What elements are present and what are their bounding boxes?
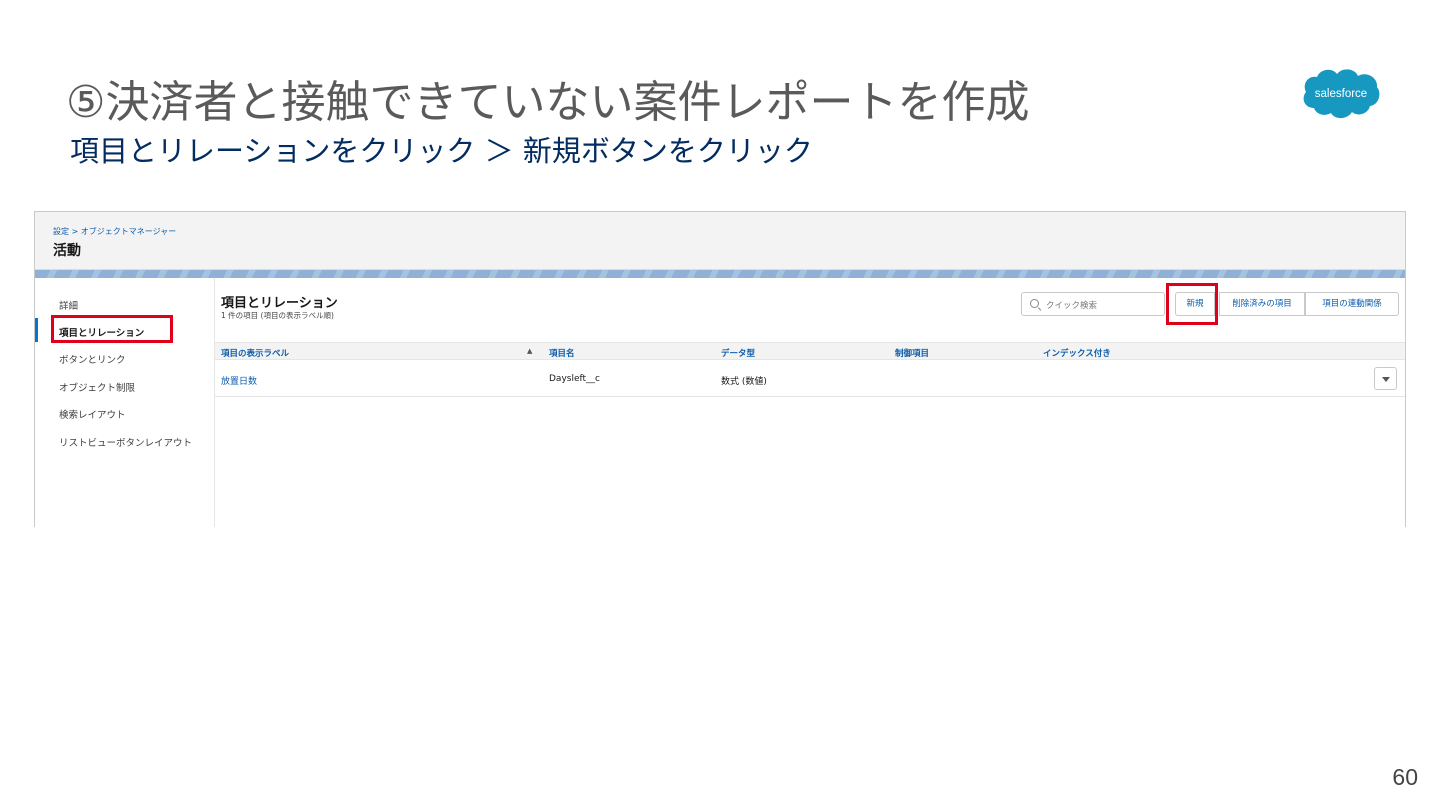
logo-wordmark: salesforce: [1315, 88, 1367, 100]
field-dependencies-button[interactable]: 項目の連動関係: [1305, 292, 1399, 316]
slide-subtitle: 項目とリレーションをクリック ＞ 新規ボタンをクリック: [70, 134, 813, 168]
section-subtitle: 1 件の項目 (項目の表示ラベル順): [221, 311, 334, 320]
object-title: 活動: [53, 243, 81, 259]
field-label-link[interactable]: 放置日数: [221, 374, 257, 387]
field-api-name: Daysleft__c: [549, 374, 600, 384]
highlight-box-new-button: [1166, 283, 1218, 325]
table-row: 放置日数 Daysleft__c 数式 (数値): [215, 361, 1405, 397]
salesforce-logo: salesforce: [1303, 69, 1380, 119]
page-number: 60: [1392, 764, 1418, 790]
column-header-api-name[interactable]: 項目名: [549, 347, 575, 359]
column-header-indexed[interactable]: インデックス付き: [1043, 347, 1111, 359]
salesforce-screenshot: 設定 > オブジェクトマネージャー 活動 詳細 項目とリレーション ボタンとリン…: [34, 211, 1406, 527]
quick-search-input[interactable]: クイック検索: [1021, 292, 1165, 316]
section-title: 項目とリレーション: [221, 296, 338, 311]
sidebar-active-indicator: [35, 318, 38, 342]
column-header-controlling-field[interactable]: 制御項目: [895, 347, 929, 359]
sidebar-item-object-limits[interactable]: オブジェクト制限: [59, 380, 135, 394]
sort-ascending-icon[interactable]: ▲: [527, 347, 532, 355]
object-sidebar: 詳細 項目とリレーション ボタンとリンク オブジェクト制限 検索レイアウト リス…: [35, 278, 215, 527]
highlight-box-sidebar: [51, 315, 173, 343]
row-actions-button[interactable]: [1374, 367, 1397, 390]
table-header: 項目の表示ラベル ▲ 項目名 データ型 制御項目 インデックス付き: [215, 342, 1405, 360]
sidebar-item-list-view-button-layout[interactable]: リストビューボタンレイアウト: [59, 435, 192, 449]
chevron-down-icon: [1382, 377, 1390, 382]
field-data-type: 数式 (数値): [721, 377, 767, 387]
sidebar-item-search-layouts[interactable]: 検索レイアウト: [59, 407, 126, 421]
deleted-fields-button[interactable]: 削除済みの項目: [1219, 292, 1305, 316]
search-placeholder: クイック検索: [1046, 301, 1098, 311]
column-header-data-type[interactable]: データ型: [721, 347, 755, 359]
search-icon: [1030, 299, 1039, 308]
object-manager-header: 設定 > オブジェクトマネージャー 活動: [35, 212, 1405, 270]
breadcrumb[interactable]: 設定 > オブジェクトマネージャー: [53, 226, 176, 237]
slide-title: ⑤決済者と接触できていない案件レポートを作成: [66, 77, 1030, 128]
sidebar-item-details[interactable]: 詳細: [59, 298, 78, 312]
sidebar-item-buttons-links[interactable]: ボタンとリンク: [59, 352, 126, 366]
header-decorative-band: [35, 270, 1405, 278]
column-header-label[interactable]: 項目の表示ラベル: [221, 347, 289, 359]
